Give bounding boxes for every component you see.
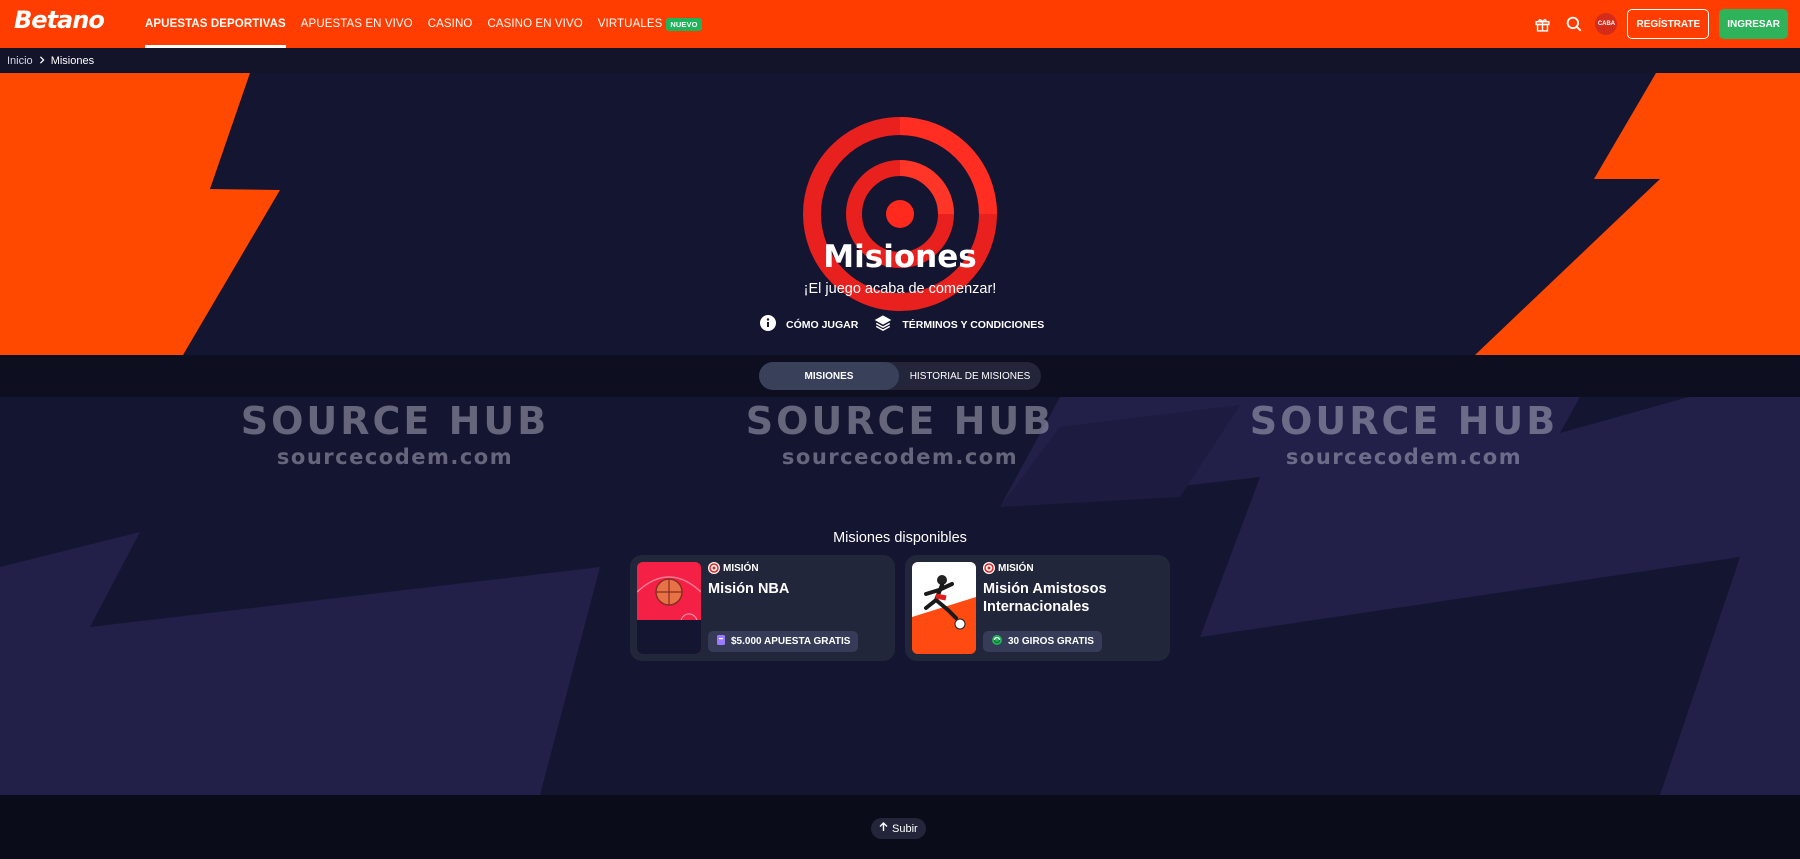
watermark: SOURCE HUB sourcecodem.com — [690, 399, 1110, 469]
watermark: SOURCE HUB sourcecodem.com — [1194, 399, 1614, 469]
new-badge: NUEVO — [666, 17, 702, 31]
nav-item-casino-en-vivo[interactable]: CASINO EN VIVO — [487, 0, 582, 48]
nav-item-virtuales[interactable]: VIRTUALES NUEVO — [598, 0, 702, 48]
watermark-site: sourcecodem.com — [276, 445, 514, 469]
region-selector[interactable]: CABA — [1595, 13, 1618, 35]
page-title: Misiones — [823, 239, 977, 275]
tab-historial[interactable]: HISTORIAL DE MISIONES — [899, 362, 1041, 390]
watermark-title: SOURCE HUB — [1249, 399, 1559, 443]
terms-link[interactable]: TÉRMINOS Y CONDICIONES — [874, 314, 1044, 335]
mission-thumbnail — [637, 562, 701, 654]
layers-icon — [874, 314, 892, 335]
target-mini-icon — [983, 562, 995, 574]
nav-item-casino[interactable]: CASINO — [428, 0, 473, 48]
header-actions: CABA REGÍSTRATE INGRESAR — [1531, 0, 1788, 48]
spin-icon — [991, 634, 1003, 649]
register-button[interactable]: REGÍSTRATE — [1627, 9, 1710, 39]
watermark-title: SOURCE HUB — [745, 399, 1055, 443]
breadcrumb-current: Misiones — [50, 54, 95, 67]
hero-links: CÓMO JUGAR TÉRMINOS Y CONDICIONES — [760, 314, 1044, 335]
how-to-play-label: CÓMO JUGAR — [786, 318, 859, 331]
mission-reward: 30 GIROS GRATIS — [983, 631, 1102, 652]
mission-reward-label: $5.000 APUESTA GRATIS — [731, 636, 851, 647]
login-button[interactable]: INGRESAR — [1719, 9, 1788, 39]
mission-card-amistosos[interactable]: MISIÓN Misión Amistosos Internacionales … — [905, 555, 1170, 661]
gift-icon[interactable] — [1531, 13, 1553, 35]
scroll-top-label: Subir — [892, 822, 918, 835]
section-title: Misiones disponibles — [833, 530, 967, 546]
tab-misiones[interactable]: MISIONES — [759, 362, 899, 390]
missions-hero: Misiones ¡El juego acaba de comenzar! CÓ… — [0, 73, 1800, 355]
watermark: SOURCE HUB sourcecodem.com — [185, 399, 605, 469]
mission-kicker: MISIÓN — [708, 562, 759, 574]
mission-kicker-label: MISIÓN — [723, 562, 759, 574]
mission-kicker: MISIÓN — [983, 562, 1034, 574]
target-mini-icon — [708, 562, 720, 574]
missions-tabbar: MISIONES HISTORIAL DE MISIONES — [0, 355, 1800, 397]
top-navbar: Betano APUESTAS DEPORTIVAS APUESTAS EN V… — [0, 0, 1800, 48]
how-to-play-link[interactable]: CÓMO JUGAR — [760, 315, 858, 334]
nav-item-virtuales-label: VIRTUALES — [597, 18, 663, 30]
mission-reward-label: 30 GIROS GRATIS — [1008, 636, 1094, 647]
breadcrumb-home[interactable]: Inicio — [7, 55, 33, 67]
watermark-site: sourcecodem.com — [781, 445, 1019, 469]
breadcrumb: Inicio Misiones — [0, 48, 1800, 73]
chevron-right-icon — [38, 55, 46, 67]
footer: Subir — [0, 795, 1800, 859]
mission-kicker-label: MISIÓN — [998, 562, 1034, 574]
watermark-site: sourcecodem.com — [1285, 445, 1523, 469]
arrow-up-icon — [879, 822, 888, 835]
mission-title: Misión NBA — [708, 581, 790, 597]
page-subtitle: ¡El juego acaba de comenzar! — [803, 281, 997, 297]
mission-thumbnail — [912, 562, 976, 654]
missions-content: SOURCE HUB sourcecodem.com SOURCE HUB so… — [0, 397, 1800, 795]
terms-label: TÉRMINOS Y CONDICIONES — [902, 318, 1045, 331]
main-nav: APUESTAS DEPORTIVAS APUESTAS EN VIVO CAS… — [145, 0, 702, 48]
missions-tabs: MISIONES HISTORIAL DE MISIONES — [759, 362, 1041, 390]
nav-item-apuestas-en-vivo[interactable]: APUESTAS EN VIVO — [301, 0, 413, 48]
info-icon — [760, 315, 776, 334]
scroll-top-button[interactable]: Subir — [871, 818, 926, 839]
watermark-title: SOURCE HUB — [240, 399, 550, 443]
mission-reward: $5.000 APUESTA GRATIS — [708, 631, 859, 652]
betano-logo[interactable]: Betano — [14, 6, 105, 34]
nav-item-apuestas-deportivas[interactable]: APUESTAS DEPORTIVAS — [145, 0, 286, 48]
mission-card-nba[interactable]: MISIÓN Misión NBA $5.000 APUESTA GRATIS — [630, 555, 895, 661]
mission-title: Misión Amistosos Internacionales — [983, 581, 1107, 615]
ticket-icon — [716, 634, 726, 649]
search-icon[interactable] — [1563, 13, 1585, 35]
